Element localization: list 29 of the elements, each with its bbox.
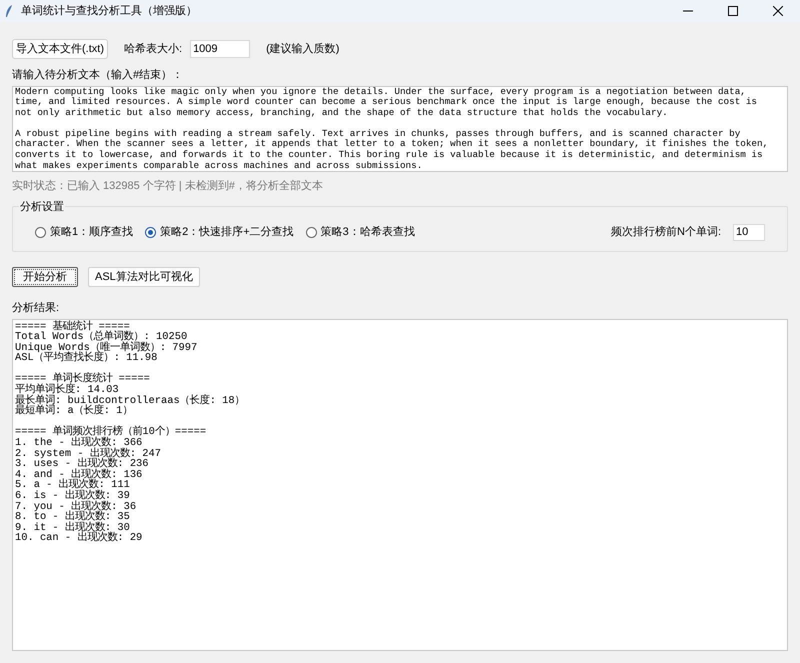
input-text-line: Modern computing looks like magic only when you ignore the details. Under the surface, every program is a negotiation between data, xyxy=(15,86,746,97)
input-text-line: A robust pipeline begins with reading a stream safely. Text arrives in chunks, passes through buffers, and is scanned character by xyxy=(15,128,740,139)
input-text-line: converts it to lowercase, and forwards it to the counter. This boring rule is valuable because it is deterministic, and determinism is xyxy=(15,150,763,161)
strategy-radio[interactable]: 策略2：快速排序+二分查找 xyxy=(145,224,294,240)
hash-size-label: 哈希表大小: xyxy=(124,42,182,57)
window-title: 单词统计与查找分析工具（增强版） xyxy=(21,4,197,19)
hash-size-field[interactable]: 1009 xyxy=(190,40,250,58)
action-button[interactable]: 开始分析 xyxy=(12,267,78,287)
input-text-line: character. When the scanner sees a letter, it appends that letter to a token; when it sees a nonletter boundary, it finishes the token, xyxy=(15,139,768,150)
results-label: 分析结果: xyxy=(12,301,60,316)
result-line: 最短单词: a（长度: 1） xyxy=(15,406,132,417)
import-button[interactable]: 导入文本文件(.txt) xyxy=(12,39,108,59)
text-input-area[interactable] xyxy=(12,86,788,172)
strategy-radio[interactable]: 策略1：顺序查找 xyxy=(35,224,134,240)
top-n-field[interactable]: 10 xyxy=(733,224,765,240)
input-text-line: what makes experiments comparable across machines and across submissions. xyxy=(15,160,422,170)
strategy-radio[interactable]: 策略3：哈希表查找 xyxy=(306,224,415,240)
feather-icon xyxy=(4,4,14,18)
input-text-line: time, and limited resources. A simple word counter can become a serious benchmark once the input is large enough, because the cost is xyxy=(15,97,758,108)
input-text-line: not only arithmetic but also memory access, branching, and the shape of the data structure that holds the vocabulary. xyxy=(15,108,668,118)
close-icon xyxy=(772,6,782,16)
top-n-label: 频次排行榜前N个单词: xyxy=(611,224,721,240)
status-text: 实时状态：已输入 132985 个字符 | 未检测到#，将分析全部文本 xyxy=(12,178,323,194)
maximize-icon xyxy=(728,6,738,16)
result-line: ASL（平均查找长度）: 11.98 xyxy=(15,353,158,364)
action-button[interactable]: ASL算法对比可视化 xyxy=(88,267,200,287)
hash-size-hint: (建议输入质数) xyxy=(266,42,340,57)
input-label: 请输入待分析文本（输入#结束）： xyxy=(12,68,184,83)
result-line: 10. can - 出现次数: 29 xyxy=(15,533,142,544)
